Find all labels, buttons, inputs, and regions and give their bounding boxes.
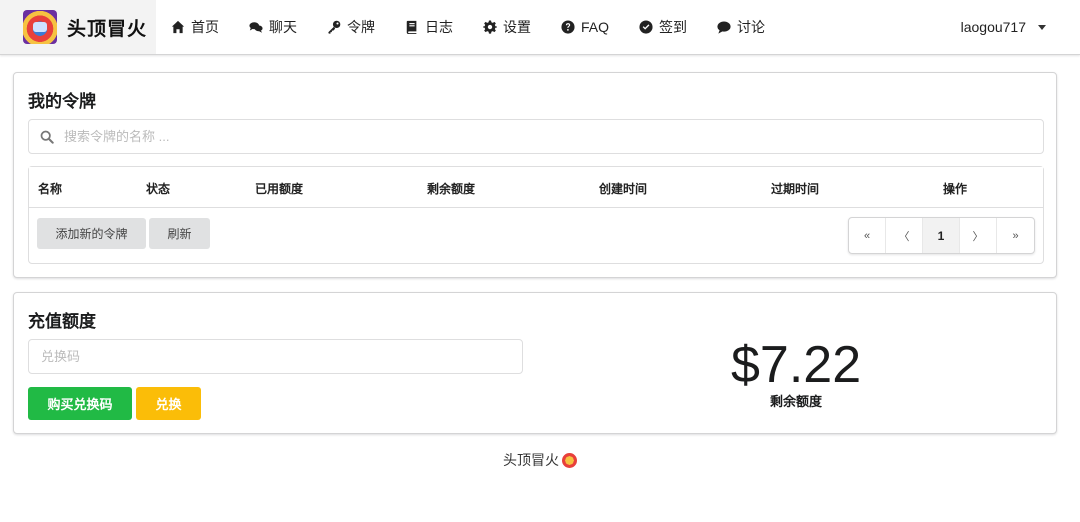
nav-item-label: 首页: [191, 19, 219, 35]
column-header-actions: 操作: [943, 182, 968, 196]
topup-panel: 充值额度 购买兑换码 兑换 $7.22 剩余额度: [13, 292, 1057, 434]
question-circle-icon: [561, 20, 575, 34]
nav-item-settings[interactable]: 设置: [468, 0, 546, 54]
nav-item-chat[interactable]: 聊天: [234, 0, 312, 54]
pagination-page-current[interactable]: 1: [923, 218, 960, 253]
token-search-box[interactable]: [28, 119, 1044, 154]
chevron-down-icon: [1038, 24, 1046, 30]
pagination: « 〈 1 〉 »: [848, 217, 1035, 254]
nav-item-checkin[interactable]: 签到: [624, 0, 702, 54]
pagination-last[interactable]: »: [997, 218, 1034, 253]
home-icon: [171, 20, 185, 34]
redeem-code-box[interactable]: [28, 339, 523, 374]
tokens-title: 我的令牌: [28, 92, 96, 111]
comment-icon: [717, 21, 731, 34]
topup-title: 充值额度: [28, 312, 96, 331]
pagination-first[interactable]: «: [849, 218, 886, 253]
column-header-name[interactable]: 名称: [38, 180, 62, 197]
column-header-used-quota[interactable]: 已用额度: [255, 180, 303, 197]
tokens-panel: 我的令牌 名称 状态 已用额度 剩余额度 创建时间 过期时间 操作 添加新的令牌…: [13, 72, 1057, 278]
footer-logo-icon: [562, 452, 577, 468]
redeem-code-input[interactable]: [41, 349, 501, 364]
brand[interactable]: 头顶冒火: [0, 0, 156, 54]
nav-item-faq[interactable]: FAQ: [546, 0, 624, 54]
gear-icon: [483, 20, 497, 34]
brand-name: 头顶冒火: [67, 18, 148, 40]
nav-item-discuss[interactable]: 讨论: [702, 0, 780, 54]
key-icon: [328, 20, 341, 34]
nav-item-label: 令牌: [347, 19, 375, 35]
nav-item-label: 设置: [503, 19, 531, 35]
balance-amount: $7.22: [731, 336, 862, 394]
comments-icon: [249, 22, 263, 33]
nav-item-label: 讨论: [737, 19, 766, 35]
nav-item-tokens[interactable]: 令牌: [312, 0, 390, 54]
balance-label: 剩余额度: [769, 394, 822, 409]
nav-item-home[interactable]: 首页: [156, 0, 234, 54]
nav-item-label: 日志: [425, 19, 453, 35]
nav-item-label: 聊天: [269, 19, 297, 35]
column-header-created-time[interactable]: 创建时间: [599, 180, 647, 197]
buy-redeem-code-button[interactable]: 购买兑换码: [28, 387, 132, 420]
redeem-button[interactable]: 兑换: [136, 387, 201, 420]
footer: 头顶冒火: [0, 450, 1080, 470]
username: laogou717: [960, 19, 1026, 35]
nav-item-logs[interactable]: 日志: [390, 0, 468, 54]
column-header-status[interactable]: 状态: [146, 180, 170, 197]
table-header: 名称 状态 已用额度 剩余额度 创建时间 过期时间 操作: [29, 167, 1043, 208]
footer-text: 头顶冒火: [503, 452, 559, 468]
nav-item-label: FAQ: [581, 19, 610, 35]
refresh-button[interactable]: 刷新: [149, 218, 210, 249]
add-token-button[interactable]: 添加新的令牌: [37, 218, 146, 249]
book-icon: [406, 20, 417, 34]
user-menu-dropdown[interactable]: laogou717: [951, 0, 1080, 54]
brand-logo: [23, 10, 57, 44]
pagination-prev[interactable]: 〈: [886, 218, 923, 253]
search-icon: [40, 130, 54, 144]
token-search-input[interactable]: [64, 129, 964, 144]
tokens-table: 名称 状态 已用额度 剩余额度 创建时间 过期时间 操作 添加新的令牌 刷新 «…: [28, 166, 1044, 264]
column-header-remaining-quota[interactable]: 剩余额度: [427, 180, 475, 197]
check-circle-icon: [639, 20, 653, 34]
table-footer: 添加新的令牌 刷新 « 〈 1 〉 »: [29, 208, 1043, 264]
top-navbar: 头顶冒火 首页 聊天 令牌 日志 设置 FAQ 签到 讨论 laogou717: [0, 0, 1080, 55]
column-header-expire-time[interactable]: 过期时间: [771, 180, 819, 197]
nav-item-label: 签到: [659, 19, 688, 35]
pagination-next[interactable]: 〉: [960, 218, 997, 253]
